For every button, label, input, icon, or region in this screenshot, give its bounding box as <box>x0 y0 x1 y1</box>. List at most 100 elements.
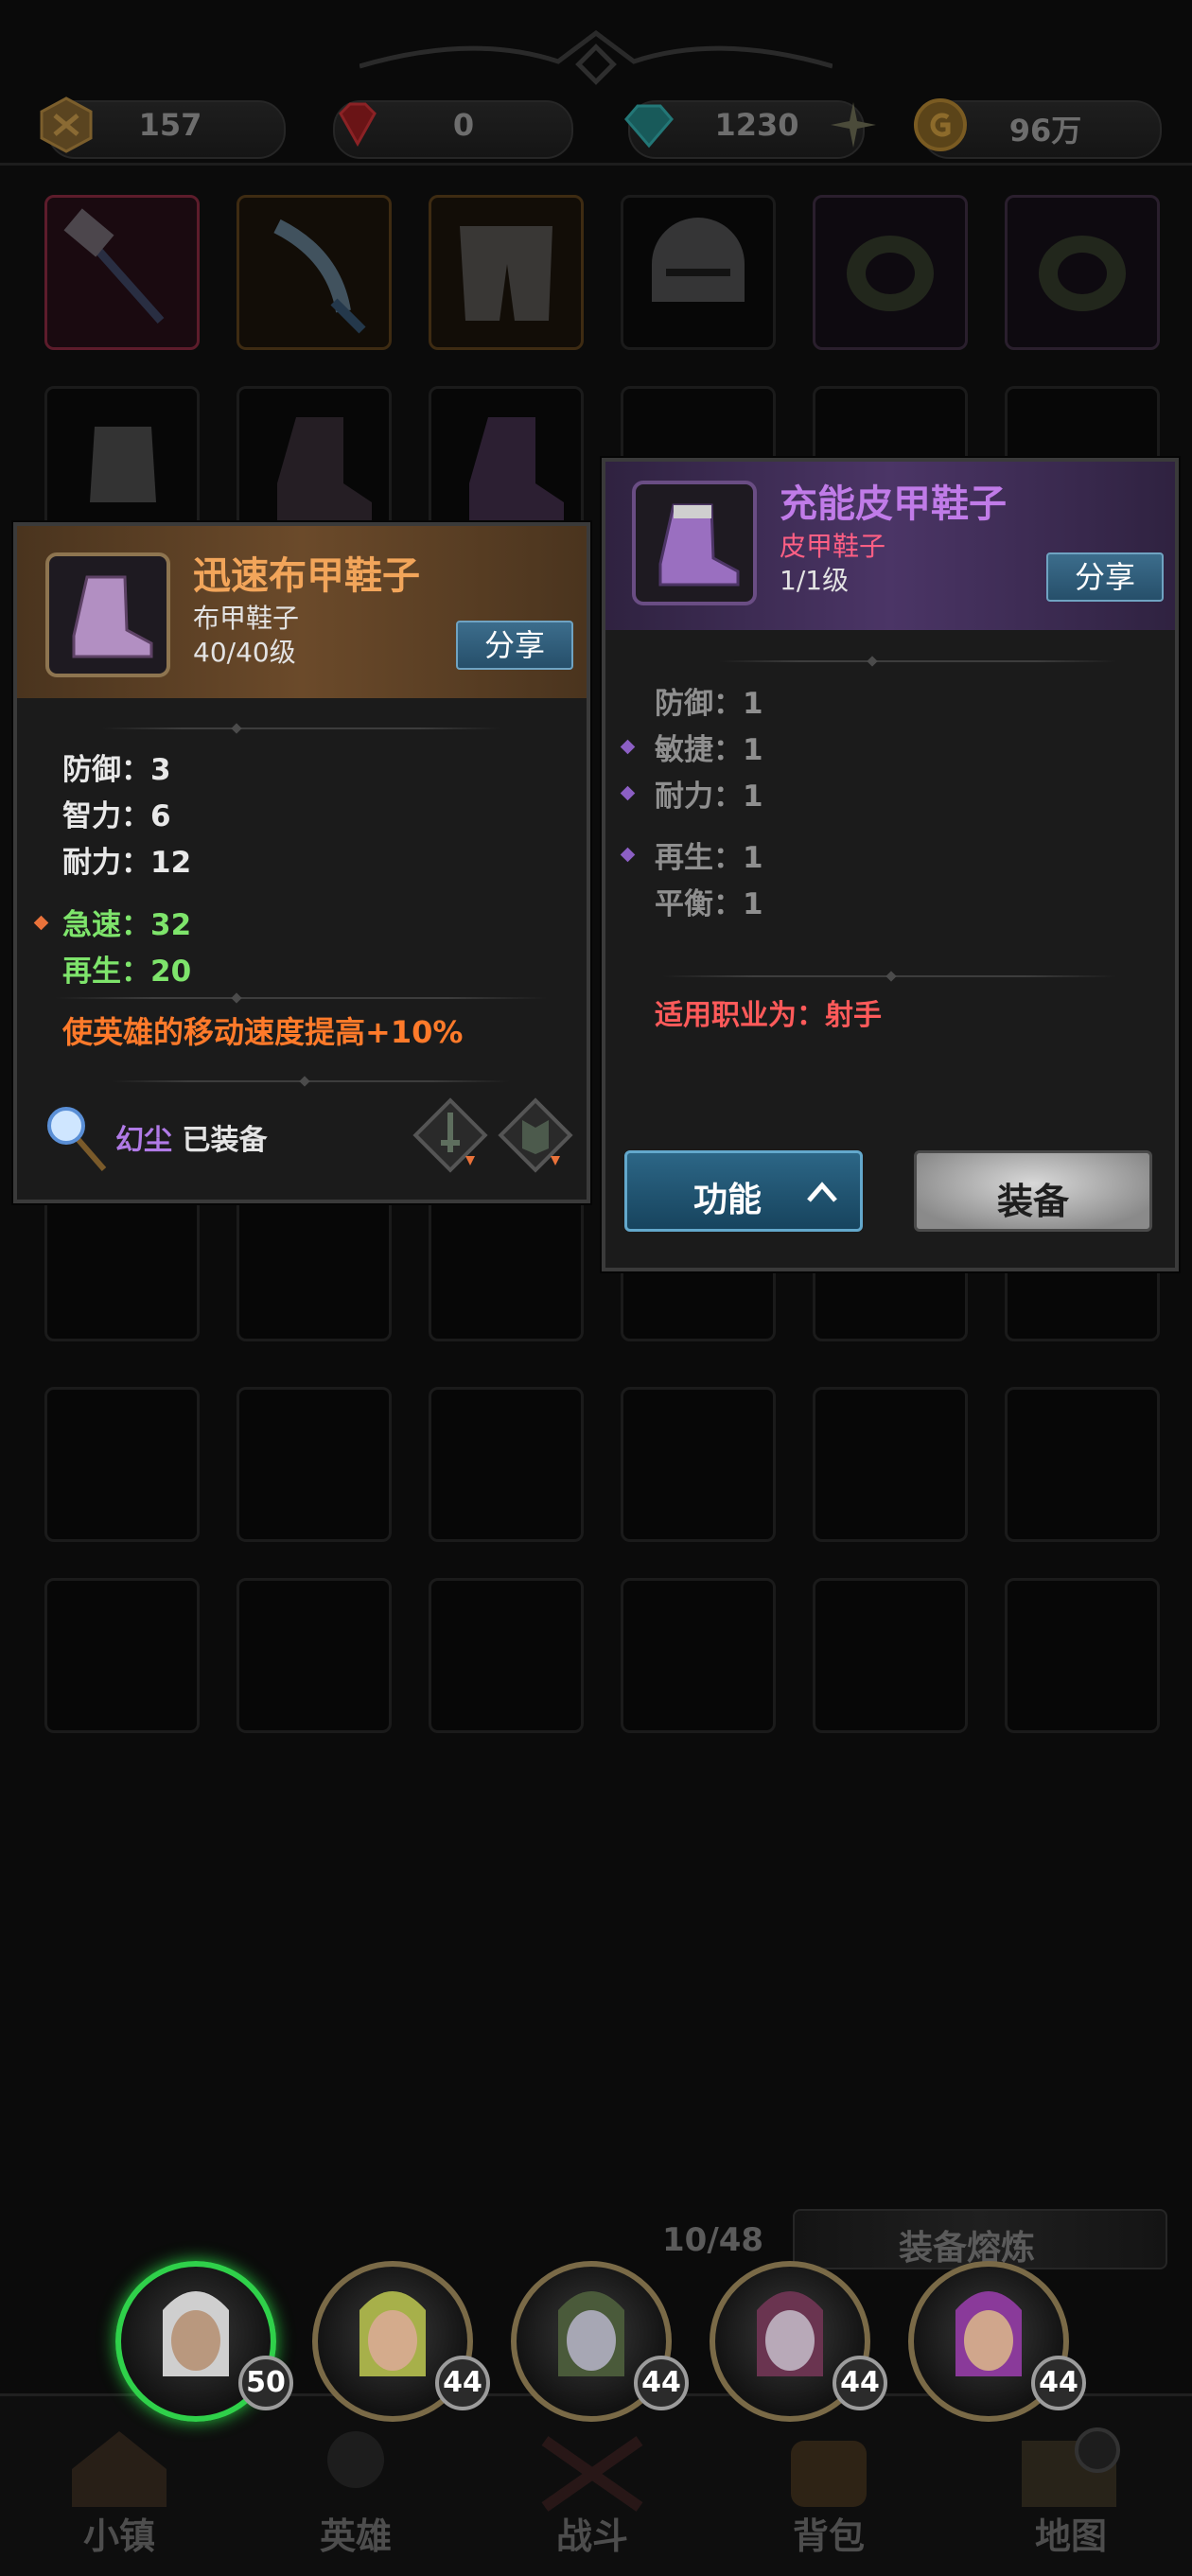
tab-battle[interactable]: 战斗 <box>517 2507 668 2559</box>
inventory-slot[interactable] <box>237 1387 392 1542</box>
hero-staff-icon <box>47 1107 107 1171</box>
inventory-slot[interactable] <box>237 1186 392 1341</box>
inventory-slot[interactable] <box>237 386 392 541</box>
equip-button[interactable]: 装备 <box>914 1150 1152 1232</box>
equipped-item-level: 40/40级 <box>193 637 296 668</box>
inventory-slot[interactable] <box>237 1578 392 1733</box>
selected-item-level: 1/1级 <box>780 565 850 596</box>
inventory-slot[interactable] <box>44 1387 200 1542</box>
add-diamond-icon[interactable] <box>827 98 880 151</box>
hero-portrait[interactable]: 44 <box>303 2252 490 2431</box>
inventory-slot[interactable] <box>1005 195 1160 350</box>
divider <box>102 727 500 729</box>
inventory-slot[interactable] <box>429 1387 584 1542</box>
knight-helmet-icon <box>652 218 745 302</box>
divider-dot <box>867 656 878 667</box>
chevron-up-icon <box>807 1182 837 1202</box>
divider-dot <box>885 971 897 982</box>
share-button[interactable]: 分享 <box>1046 552 1164 602</box>
equipped-by: 幻尘 已装备 <box>115 1116 267 1158</box>
bronze-value: 157 <box>138 107 202 143</box>
tab-backpack[interactable]: 背包 <box>753 2507 904 2559</box>
inventory-slot[interactable] <box>621 1578 776 1733</box>
top-ornament-icon <box>359 29 833 85</box>
stat-stamina: 耐力：1 <box>655 780 763 814</box>
crossed-swords-icon <box>541 2436 643 2512</box>
inventory-slot[interactable] <box>621 1387 776 1542</box>
town-icon <box>72 2431 167 2507</box>
stat-bullet <box>620 739 636 755</box>
equipped-item-type: 布甲鞋子 <box>193 603 300 634</box>
top-divider <box>0 163 1192 166</box>
unequip-weapon-icon[interactable] <box>409 1094 492 1177</box>
tab-town[interactable]: 小镇 <box>44 2507 195 2559</box>
teal-diamond-icon <box>624 104 674 149</box>
function-label: 功能 <box>693 1181 763 1219</box>
stat-bullet <box>620 785 636 801</box>
tab-map[interactable]: 地图 <box>995 2507 1147 2559</box>
inventory-slot[interactable] <box>237 195 392 350</box>
equipped-status: 已装备 <box>182 1124 268 1157</box>
red-gem-icon <box>339 102 377 148</box>
hero-level-badge: 44 <box>435 2356 490 2410</box>
bronze-coin-icon <box>40 96 93 153</box>
item-effect: 使英雄的移动速度提高+10% <box>62 1014 464 1050</box>
divider <box>112 1080 509 1082</box>
equip-label: 装备 <box>996 1181 1069 1222</box>
curved-sword-icon <box>273 219 366 334</box>
stat-bullet <box>620 847 636 863</box>
inventory-slot[interactable] <box>813 1578 968 1733</box>
inventory-slot[interactable] <box>429 1186 584 1341</box>
mace-icon <box>63 208 165 324</box>
stat-intelligence: 智力：6 <box>62 799 171 833</box>
inventory-slot[interactable] <box>44 195 200 350</box>
inventory-slot[interactable] <box>429 1578 584 1733</box>
leather-pants-icon <box>460 226 552 321</box>
diamond-value: 1230 <box>714 107 799 143</box>
inventory-slot[interactable] <box>44 1186 200 1341</box>
selected-item-icon-box <box>632 481 757 605</box>
inventory-slot[interactable] <box>44 1578 200 1733</box>
red-gem-value: 0 <box>452 107 475 143</box>
divider <box>55 997 547 999</box>
hero-portrait[interactable]: 44 <box>501 2252 689 2431</box>
inventory-slot[interactable] <box>44 386 200 541</box>
hero-portrait[interactable]: 44 <box>700 2252 887 2431</box>
jade-ring-icon <box>1039 236 1126 311</box>
bonus-stat-regen: 再生：20 <box>62 955 192 989</box>
stat-defense: 防御：3 <box>62 753 171 787</box>
divider-dot <box>299 1076 310 1087</box>
unequip-armor-icon[interactable] <box>494 1094 577 1177</box>
function-button[interactable]: 功能 <box>624 1150 863 1232</box>
inventory-slot[interactable] <box>1005 1387 1160 1542</box>
stat-regen: 再生：1 <box>655 841 763 875</box>
inventory-slot[interactable] <box>813 195 968 350</box>
inventory-slot[interactable] <box>621 195 776 350</box>
gauntlet-icon <box>90 427 156 502</box>
leather-boot-icon <box>658 503 740 587</box>
inventory-slot[interactable] <box>813 1387 968 1542</box>
stat-stamina: 耐力：12 <box>62 846 192 880</box>
map-icon <box>1022 2427 1120 2507</box>
hero-portrait[interactable]: 50 <box>106 2252 293 2431</box>
inventory-slot[interactable] <box>429 386 584 541</box>
divider-dot <box>231 992 242 1004</box>
stat-agility: 敏捷：1 <box>655 733 763 767</box>
purple-boot-icon <box>469 417 564 521</box>
inventory-slot[interactable] <box>1005 1578 1160 1733</box>
hero-portrait[interactable]: 44 <box>899 2252 1086 2431</box>
bonus-stat-haste: 急速：32 <box>62 908 192 942</box>
hero-level-badge: 50 <box>238 2356 293 2410</box>
divider <box>719 660 1116 662</box>
hero-tab-icon <box>327 2431 384 2488</box>
hero-level-badge: 44 <box>634 2356 689 2410</box>
share-button[interactable]: 分享 <box>456 621 573 670</box>
inventory-slot[interactable] <box>429 195 584 350</box>
dark-boot-icon <box>277 417 372 521</box>
tab-heroes[interactable]: 英雄 <box>280 2507 431 2559</box>
equipped-item-icon-box <box>45 552 170 677</box>
class-requirement: 适用职业为：射手 <box>655 999 882 1032</box>
stat-balance: 平衡：1 <box>655 887 763 921</box>
jade-ring-icon <box>847 236 934 311</box>
hero-name: 幻尘 <box>115 1124 172 1157</box>
